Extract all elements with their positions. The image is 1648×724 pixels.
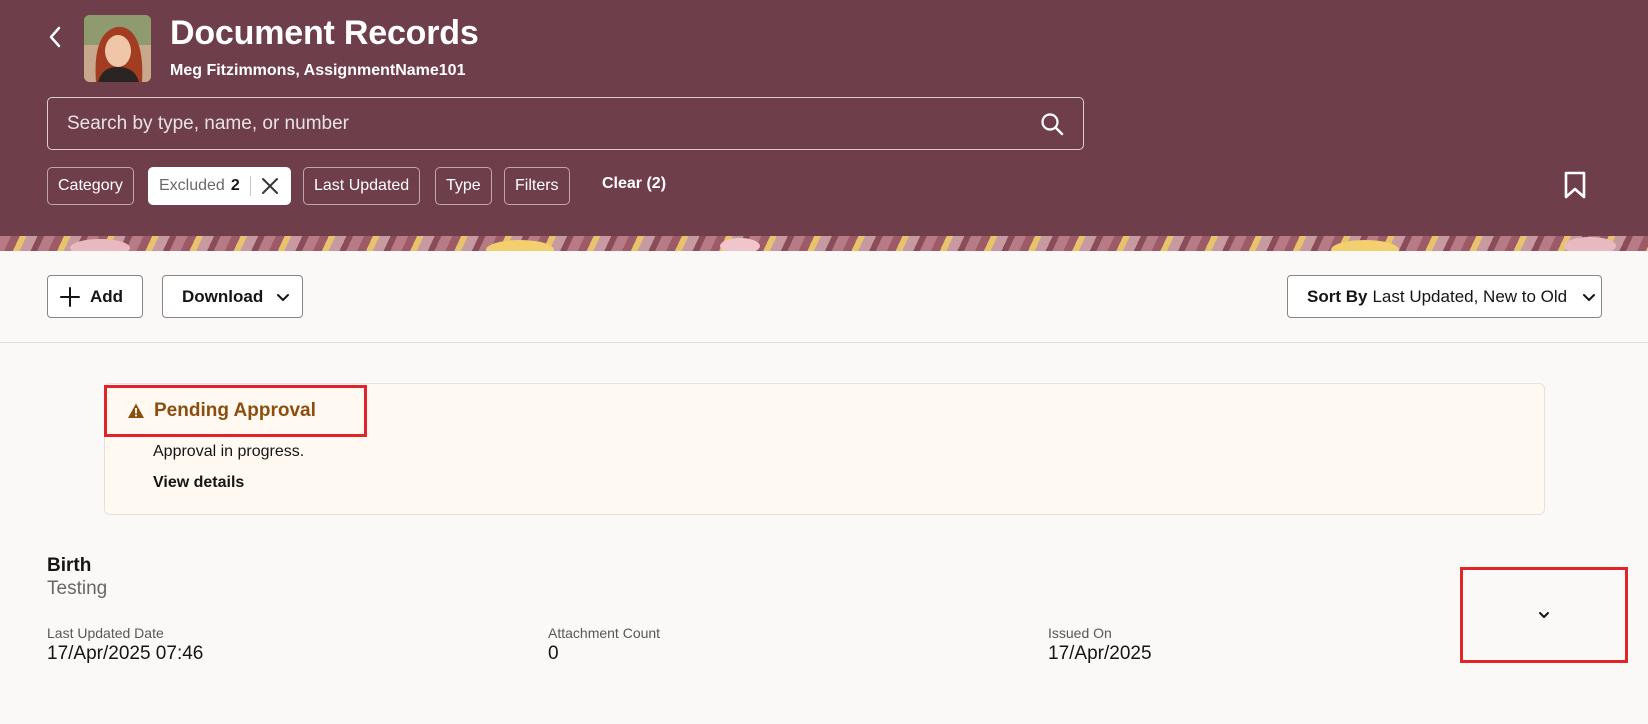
attachment-count-label: Attachment Count xyxy=(548,625,661,641)
issued-on-value: 17/Apr/2025 xyxy=(1048,643,1152,664)
toolbar-divider xyxy=(0,342,1648,343)
chevron-left-icon xyxy=(49,26,61,48)
notice-title-highlight: Pending Approval xyxy=(104,385,367,437)
bookmark-icon[interactable] xyxy=(1562,170,1588,200)
add-button[interactable]: Add xyxy=(47,275,143,318)
avatar xyxy=(84,15,151,82)
search-icon[interactable] xyxy=(1039,111,1065,137)
issued-on-label: Issued On xyxy=(1048,625,1112,641)
chevron-down-icon xyxy=(1583,293,1596,301)
filter-chip-excluded[interactable]: Excluded 2 xyxy=(148,167,291,205)
chevron-down-icon xyxy=(1539,612,1549,618)
filter-chip-type[interactable]: Type xyxy=(435,167,492,205)
download-button[interactable]: Download xyxy=(162,275,303,318)
add-button-label: Add xyxy=(90,286,124,306)
last-updated-date-value: 17/Apr/2025 07:46 xyxy=(47,643,204,664)
notice-text: Approval in progress. xyxy=(153,443,305,460)
back-button[interactable] xyxy=(40,22,70,52)
download-button-label: Download xyxy=(182,286,264,306)
notice-title: Pending Approval xyxy=(154,400,316,421)
expand-record-button[interactable] xyxy=(1460,567,1628,663)
filter-chip-label: Excluded xyxy=(159,177,225,194)
filter-chip-label: Type xyxy=(446,177,481,194)
warning-icon xyxy=(128,403,144,418)
filter-chip-category[interactable]: Category xyxy=(47,167,134,205)
clear-filters-link[interactable]: Clear (2) xyxy=(602,175,666,193)
record-subtitle: Testing xyxy=(47,578,108,599)
filter-chip-label: Filters xyxy=(515,177,559,194)
page-subtitle: Meg Fitzimmons, AssignmentName101 xyxy=(170,62,466,79)
header-decorative-band xyxy=(0,236,1648,251)
close-icon xyxy=(261,178,278,194)
sort-by-value: Last Updated, New to Old xyxy=(1372,286,1568,306)
attachment-count-value: 0 xyxy=(548,643,559,664)
search-box xyxy=(47,97,1084,150)
record-title: Birth xyxy=(47,555,92,576)
sort-by-dropdown[interactable]: Sort By Last Updated, New to Old xyxy=(1287,275,1602,318)
last-updated-date-label: Last Updated Date xyxy=(47,625,164,641)
page-title: Document Records xyxy=(170,14,479,52)
view-details-link[interactable]: View details xyxy=(153,474,244,492)
filter-chip-count: 2 xyxy=(230,177,240,194)
chip-separator xyxy=(249,176,251,196)
search-input[interactable] xyxy=(48,98,1028,149)
filter-chip-filters[interactable]: Filters xyxy=(504,167,570,205)
filter-chip-label: Last Updated xyxy=(314,177,410,194)
plus-icon xyxy=(60,286,80,307)
filter-chip-label: Category xyxy=(58,177,123,194)
remove-filter-button[interactable] xyxy=(259,175,281,197)
chevron-down-icon xyxy=(277,293,290,301)
filter-chip-last-updated[interactable]: Last Updated xyxy=(303,167,421,205)
sort-by-label: Sort By xyxy=(1307,286,1368,306)
